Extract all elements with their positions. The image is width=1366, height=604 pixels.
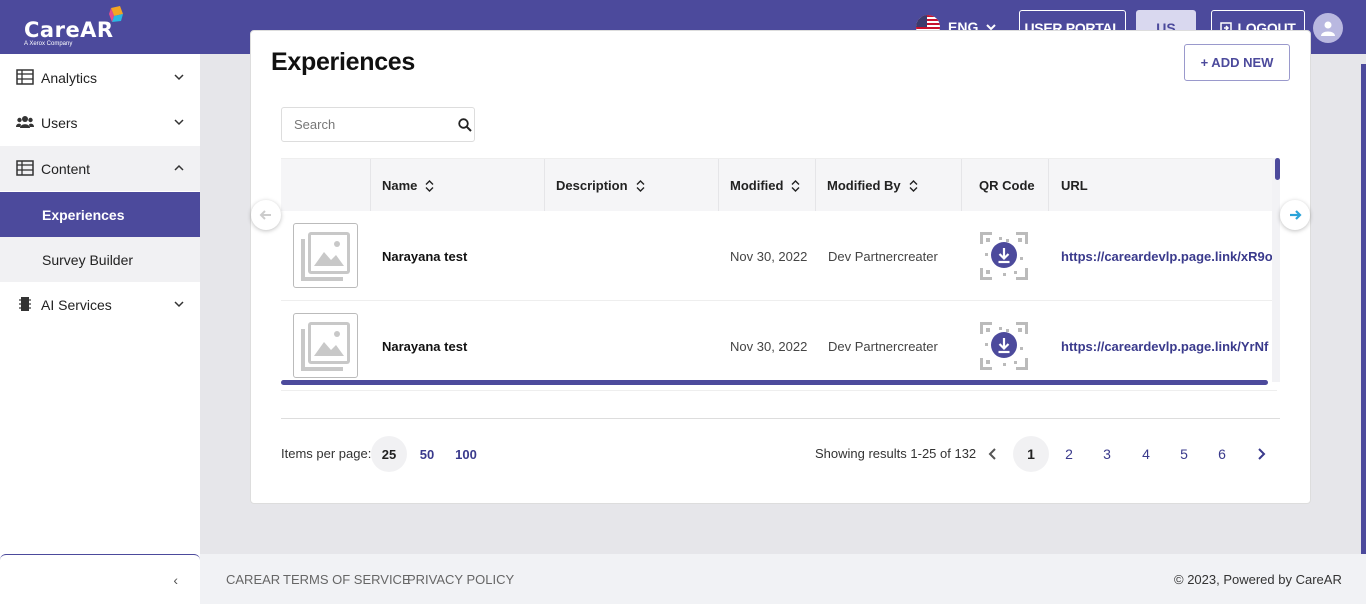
logo-cube-icon	[109, 6, 123, 22]
sidebar-item-ai-services[interactable]: AI Services	[0, 282, 200, 327]
sidebar-item-label: Analytics	[41, 69, 98, 86]
user-avatar[interactable]	[1313, 13, 1343, 43]
sidebar-item-users[interactable]: Users	[0, 100, 200, 145]
column-label: QR Code	[979, 178, 1035, 193]
row-modified: Nov 30, 2022	[730, 248, 808, 264]
next-page-button[interactable]	[1243, 436, 1279, 472]
thumbnail[interactable]	[293, 313, 358, 378]
footer-link-privacy[interactable]: PRIVACY POLICY	[407, 572, 514, 587]
sort-icon	[636, 179, 645, 192]
thumbnail[interactable]	[293, 223, 358, 288]
divider	[281, 418, 1280, 419]
thumbnail-column-header	[281, 159, 371, 212]
sort-icon	[909, 179, 918, 192]
table-icon	[16, 69, 34, 85]
vertical-scrollbar-thumb[interactable]	[1275, 158, 1280, 180]
scroll-right-button[interactable]	[1280, 200, 1310, 230]
arrow-left-icon	[259, 210, 271, 220]
table-row[interactable]: Narayana test Nov 30, 2022 Dev Partnercr…	[281, 211, 1277, 301]
column-label: URL	[1061, 178, 1088, 193]
sidebar-item-experiences[interactable]: Experiences	[0, 192, 200, 237]
table-header: Name Description Modified Modified By QR…	[281, 158, 1277, 212]
sidebar-item-label: Content	[41, 160, 91, 177]
row-url-link[interactable]: https://careardevlp.page.link/YrNf	[1061, 301, 1268, 391]
page-button[interactable]: 1	[1013, 436, 1049, 472]
column-header-qr-code: QR Code	[962, 159, 1049, 212]
column-header-modified-by[interactable]: Modified By	[816, 159, 962, 212]
sidebar-item-label: AI Services	[41, 296, 112, 313]
chevron-right-icon	[1258, 448, 1266, 460]
carear-logo[interactable]: CareAR A Xerox Company	[24, 6, 134, 50]
page-title: Experiences	[271, 48, 416, 76]
page-button[interactable]: 6	[1204, 436, 1240, 472]
sidebar-item-survey-builder[interactable]: Survey Builder	[0, 237, 200, 282]
logo-subtitle: A Xerox Company	[24, 41, 73, 47]
sidebar-collapse-button[interactable]: ‹	[0, 554, 200, 604]
image-placeholder-icon	[300, 321, 350, 371]
table-icon	[16, 160, 34, 176]
row-name: Narayana test	[382, 248, 468, 264]
column-header-modified[interactable]: Modified	[719, 159, 816, 212]
page-button[interactable]: 2	[1051, 436, 1087, 472]
row-modified-by: Dev Partnercreater	[828, 338, 938, 354]
table-row[interactable]: Narayana test Nov 30, 2022 Dev Partnercr…	[281, 301, 1277, 391]
chevron-left-icon: ‹	[173, 571, 178, 588]
image-placeholder-icon	[300, 231, 350, 281]
chevron-down-icon	[174, 74, 184, 81]
footer-link-carear[interactable]: CAREAR	[226, 572, 280, 587]
sidebar-item-content[interactable]: Content	[0, 146, 200, 191]
user-icon	[1321, 21, 1335, 36]
page-scrollbar[interactable]	[1361, 64, 1366, 554]
sort-icon	[425, 179, 434, 192]
row-modified: Nov 30, 2022	[730, 338, 808, 354]
sidebar-item-label: Survey Builder	[42, 251, 134, 268]
search-box	[281, 107, 475, 142]
copyright-text: © 2023, Powered by CareAR	[1174, 572, 1342, 587]
logo-text: CareAR	[24, 18, 114, 42]
chevron-down-icon	[174, 301, 184, 308]
chevron-down-icon	[174, 119, 184, 126]
row-name: Narayana test	[382, 338, 468, 354]
column-label: Modified By	[827, 178, 901, 193]
page-button[interactable]: 3	[1089, 436, 1125, 472]
qr-download-icon[interactable]	[979, 231, 1029, 281]
row-url-link[interactable]: https://careardevlp.page.link/xR9o	[1061, 211, 1273, 301]
items-per-page-option[interactable]: 100	[448, 436, 484, 472]
column-label: Modified	[730, 178, 784, 193]
sidebar-item-label: Experiences	[42, 206, 125, 223]
scroll-left-button[interactable]	[251, 200, 281, 230]
column-label: Name	[382, 178, 418, 193]
chip-icon	[19, 297, 31, 311]
search-icon[interactable]	[458, 118, 472, 132]
arrow-right-icon	[1290, 210, 1302, 220]
column-header-url: URL	[1049, 159, 1277, 212]
qr-download-icon[interactable]	[979, 321, 1029, 371]
chevron-up-icon	[174, 164, 184, 171]
sidebar-item-label: Users	[41, 114, 78, 131]
results-summary: Showing results 1-25 of 132	[815, 446, 977, 461]
search-input[interactable]	[282, 108, 452, 141]
items-per-page-label: Items per page:	[281, 446, 372, 461]
sidebar: Analytics Users Content Experiences Surv…	[0, 54, 200, 604]
page-button[interactable]: 4	[1128, 436, 1164, 472]
items-per-page-option[interactable]: 50	[409, 436, 445, 472]
sidebar-item-analytics[interactable]: Analytics	[0, 55, 200, 100]
previous-page-button[interactable]	[975, 436, 1011, 472]
sort-icon	[791, 179, 800, 192]
horizontal-scrollbar[interactable]	[281, 380, 1268, 385]
column-header-description[interactable]: Description	[545, 159, 719, 212]
row-modified-by: Dev Partnercreater	[828, 248, 938, 264]
users-icon	[16, 116, 34, 128]
footer: CAREAR TERMS OF SERVICE PRIVACY POLICY ©…	[200, 554, 1366, 604]
page-button[interactable]: 5	[1166, 436, 1202, 472]
column-header-name[interactable]: Name	[371, 159, 545, 212]
vertical-scrollbar-track[interactable]	[1272, 158, 1280, 382]
column-label: Description	[556, 178, 628, 193]
chevron-left-icon	[988, 448, 996, 460]
add-new-button[interactable]: + ADD NEW	[1184, 44, 1290, 81]
items-per-page-option[interactable]: 25	[371, 436, 407, 472]
footer-link-terms[interactable]: TERMS OF SERVICE	[283, 572, 411, 587]
